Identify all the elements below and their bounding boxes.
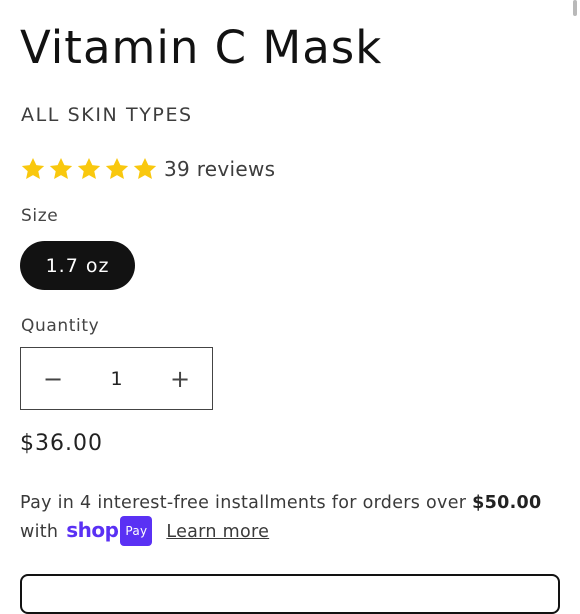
rating-stars	[20, 156, 158, 182]
size-label: Size	[21, 206, 59, 226]
decrease-quantity-button[interactable]: −	[21, 348, 85, 409]
star-icon	[132, 156, 158, 182]
installments-threshold: $50.00	[472, 493, 542, 513]
learn-more-link[interactable]: Learn more	[166, 522, 269, 542]
size-option-label: 1.7 oz	[45, 254, 110, 277]
installments-text: Pay in 4 interest-free installments for …	[20, 493, 467, 513]
product-price: $36.00	[20, 431, 103, 456]
scrollbar[interactable]	[573, 0, 577, 16]
star-icon	[48, 156, 74, 182]
quantity-label: Quantity	[21, 316, 100, 336]
installments-with: with	[20, 522, 59, 542]
minus-icon: −	[42, 364, 64, 393]
shop-logo: shop	[66, 518, 119, 542]
increase-quantity-button[interactable]: +	[148, 348, 212, 409]
star-icon	[20, 156, 46, 182]
star-icon	[104, 156, 130, 182]
plus-icon: +	[169, 364, 191, 393]
quantity-input[interactable]: 1	[85, 368, 148, 390]
product-title: Vitamin C Mask	[20, 21, 383, 74]
product-rating[interactable]: 39 reviews	[20, 156, 275, 182]
star-icon	[76, 156, 102, 182]
reviews-count[interactable]: 39 reviews	[164, 157, 275, 181]
add-to-cart-button[interactable]	[20, 574, 560, 614]
quantity-stepper: − 1 +	[20, 347, 213, 410]
size-option-1-7-oz[interactable]: 1.7 oz	[20, 241, 135, 290]
shop-pay-installments: Pay in 4 interest-free installments for …	[20, 490, 565, 546]
product-subtitle: ALL SKIN TYPES	[21, 104, 193, 126]
shop-pay-badge: Pay	[120, 516, 153, 546]
